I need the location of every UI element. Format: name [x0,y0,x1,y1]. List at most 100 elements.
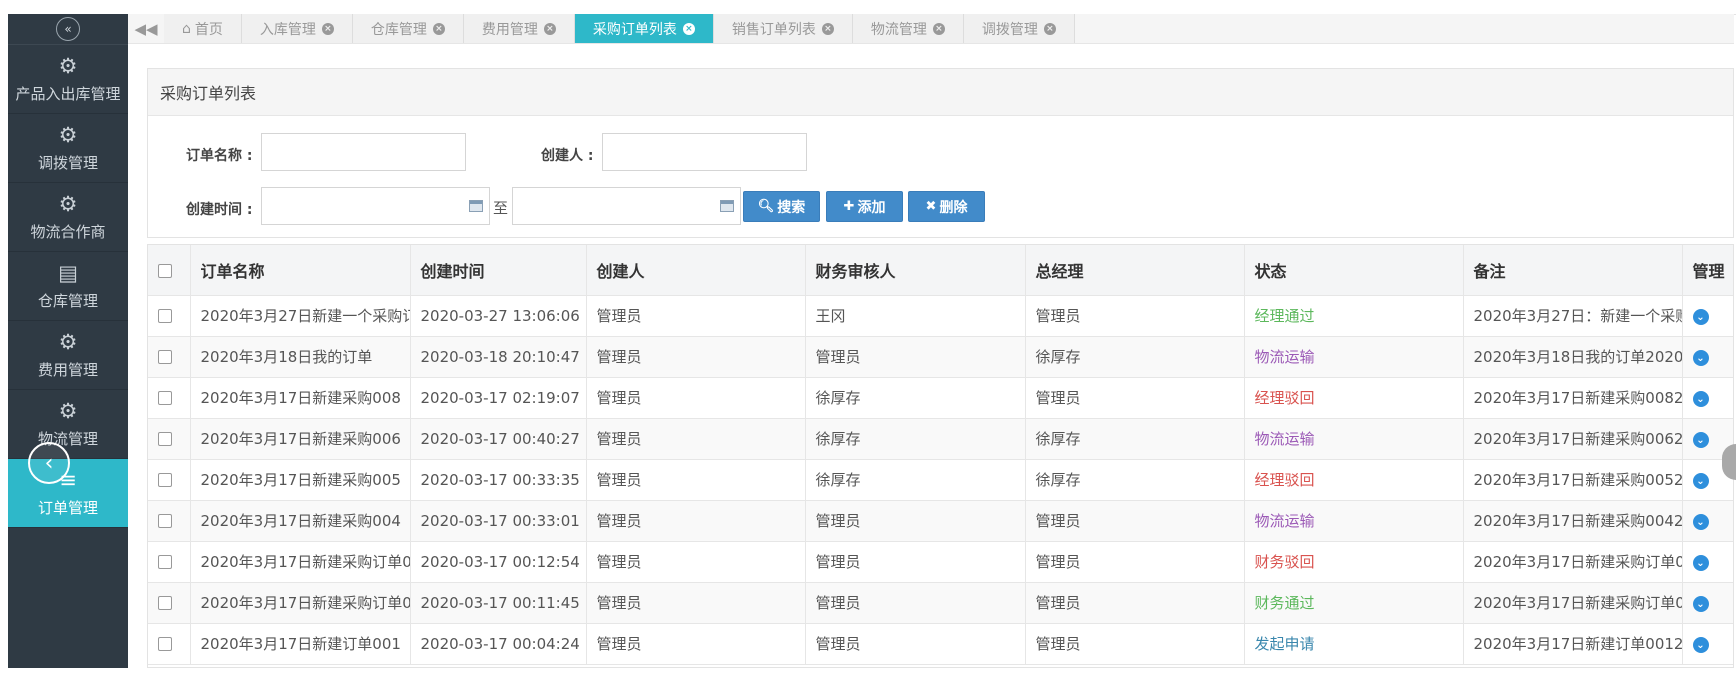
search-button[interactable]: 🔍︎ 搜索 [743,191,820,222]
chevron-down-circle-icon[interactable]: ⌄ [1692,514,1709,531]
row-checkbox[interactable] [158,514,172,528]
date-to-input[interactable] [512,187,741,225]
manage-cell[interactable]: ⌄ [1682,336,1733,378]
finance-reviewer-cell: 管理员 [805,500,1026,542]
table-row[interactable]: 2020年3月17日新建采购005 2020-03-17 00:33:35 管理员徐… [148,459,1733,501]
order-name-input[interactable] [261,133,466,171]
status-cell: 物流运输 [1244,500,1464,542]
table-row[interactable]: 2020年3月17日新建采购订单00 2020-03-17 00:11:45 管理员… [148,582,1733,624]
order-name-cell: 2020年3月17日新建采购订单00 [190,582,411,624]
table-row[interactable]: 2020年3月17日新建采购008 2020-03-17 02:19:07 管理员徐… [148,377,1733,419]
creator-cell: 管理员 [586,377,806,419]
row-select-cell[interactable] [148,295,191,337]
table-row[interactable]: 2020年3月17日新建采购订单00 2020-03-17 00:12:54 管理员… [148,541,1733,583]
tab-close-icon[interactable]: × [543,22,556,35]
row-select-cell[interactable] [148,623,191,665]
sidebar-item[interactable]: ⚙ 产品入出库管理 [8,45,128,114]
delete-button[interactable]: ✖ 删除 [908,191,985,222]
tab[interactable]: 采购订单列表 × [574,14,714,43]
manage-cell[interactable]: ⌄ [1682,623,1733,665]
row-checkbox[interactable] [158,473,172,487]
add-button[interactable]: ✚ 添加 [826,191,903,222]
table-row[interactable]: 2020年3月18日我的订单 2020-03-18 20:10:47 管理员 管理员徐… [148,336,1733,378]
tab[interactable]: 仓库管理 × [352,14,464,43]
select-all-checkbox[interactable] [158,263,172,278]
row-checkbox[interactable] [158,637,172,651]
table-header-row: 订单名称 创建时间 创建人 财务审核人 总经理 状态 备注 管理 [148,245,1733,296]
chevron-down-circle-icon[interactable]: ⌄ [1692,555,1709,572]
row-select-cell[interactable] [148,500,191,542]
manage-cell[interactable]: ⌄ [1682,377,1733,419]
table-row[interactable]: 2020年3月17日新建订单001 2020-03-17 00:04:24 管理员管… [148,623,1733,665]
row-select-cell[interactable] [148,377,191,419]
tab[interactable]: ⌂ 首页 [164,14,242,43]
sidebar-item[interactable]: ⚙ 物流合作商 [8,183,128,252]
chevron-down-circle-icon[interactable]: ⌄ [1692,432,1709,449]
gear-icon: ⚙ [58,191,78,216]
order-table: 订单名称 创建时间 创建人 财务审核人 总经理 状态 备注 管理 2020年3月… [147,244,1734,668]
tab-close-icon[interactable]: × [321,22,334,35]
chevron-down-circle-icon[interactable]: ⌄ [1692,596,1709,613]
row-select-cell[interactable] [148,418,191,460]
row-checkbox[interactable] [158,432,172,446]
row-checkbox[interactable] [158,391,172,405]
chevron-left-circle-icon[interactable]: ‹ [28,442,70,484]
tab-close-icon[interactable]: × [821,22,834,35]
remark-cell: 2020年3月17日新建采购00820 [1463,377,1683,419]
row-checkbox[interactable] [158,596,172,610]
manage-cell[interactable]: ⌄ [1682,500,1733,542]
row-select-cell[interactable] [148,336,191,378]
remark-cell: 2020年3月18日我的订单2020年 [1463,336,1683,378]
table-row[interactable]: 2020年3月17日新建采购004 2020-03-17 00:33:01 管理员管… [148,500,1733,542]
row-select-cell[interactable] [148,459,191,501]
create-time-cell: 2020-03-17 00:12:54 [410,541,587,583]
tab-close-icon[interactable]: × [1043,22,1056,35]
row-checkbox[interactable] [158,309,172,323]
tab[interactable]: 销售订单列表 × [713,14,853,43]
double-left-chevron-icon[interactable]: « [56,17,80,41]
tab[interactable]: 调拨管理 × [963,14,1075,43]
tab-close-icon[interactable]: × [432,22,445,35]
chevron-down-circle-icon[interactable]: ⌄ [1692,473,1709,490]
scroll-handle[interactable] [1722,444,1736,480]
create-time-cell: 2020-03-17 00:40:27 [410,418,587,460]
sidebar-item[interactable]: ⚙ 物流管理 [8,390,128,459]
row-checkbox[interactable] [158,350,172,364]
col-general-manager: 总经理 [1025,245,1245,296]
select-all-cell[interactable] [148,245,191,296]
remark-cell: 2020年3月17日新建采购00420 [1463,500,1683,542]
chevron-down-circle-icon[interactable]: ⌄ [1692,350,1709,367]
tab-close-icon[interactable]: × [932,22,945,35]
calendar-icon[interactable] [720,200,734,212]
sidebar: « ⚙ 产品入出库管理 ⚙ 调拨管理 ⚙ 物流合作商 ▤ 仓库管理 ⚙ 费用管理 ⚙ 物流管理 ≡ 订单管… [8,14,128,668]
tab[interactable]: 物流管理 × [852,14,964,43]
chevron-down-circle-icon[interactable]: ⌄ [1692,391,1709,408]
date-from-input[interactable] [261,187,490,225]
remark-cell: 2020年3月17日新建采购00620 [1463,418,1683,460]
gear-icon: ⚙ [58,122,78,147]
tab-close-icon[interactable]: × [682,22,695,35]
sidebar-collapse-button[interactable]: « [8,14,128,45]
manage-cell[interactable]: ⌄ [1682,295,1733,337]
sidebar-item[interactable]: ⚙ 调拨管理 [8,114,128,183]
manage-cell[interactable]: ⌄ [1682,541,1733,583]
tab[interactable]: 费用管理 × [463,14,575,43]
row-checkbox[interactable] [158,555,172,569]
table-row[interactable]: 2020年3月17日新建采购006 2020-03-17 00:40:27 管理员徐… [148,418,1733,460]
home-icon: ⌂ [182,20,191,37]
tab-scroll-left-icon[interactable]: ◀◀ [128,14,164,43]
row-select-cell[interactable] [148,541,191,583]
table-row[interactable]: 2020年3月27日新建一个采购订 2020-03-27 13:06:06 管理员王… [148,295,1733,337]
col-finance-reviewer: 财务审核人 [805,245,1026,296]
row-select-cell[interactable] [148,582,191,624]
chevron-down-circle-icon[interactable]: ⌄ [1692,637,1709,654]
finance-reviewer-cell: 徐厚存 [805,377,1026,419]
calendar-icon[interactable] [469,200,483,212]
manage-cell[interactable]: ⌄ [1682,582,1733,624]
tab-label: 首页 [194,21,223,38]
sidebar-item[interactable]: ▤ 仓库管理 [8,252,128,321]
tab[interactable]: 入库管理 × [241,14,353,43]
chevron-down-circle-icon[interactable]: ⌄ [1692,309,1709,326]
creator-input[interactable] [602,133,807,171]
sidebar-item[interactable]: ⚙ 费用管理 [8,321,128,390]
